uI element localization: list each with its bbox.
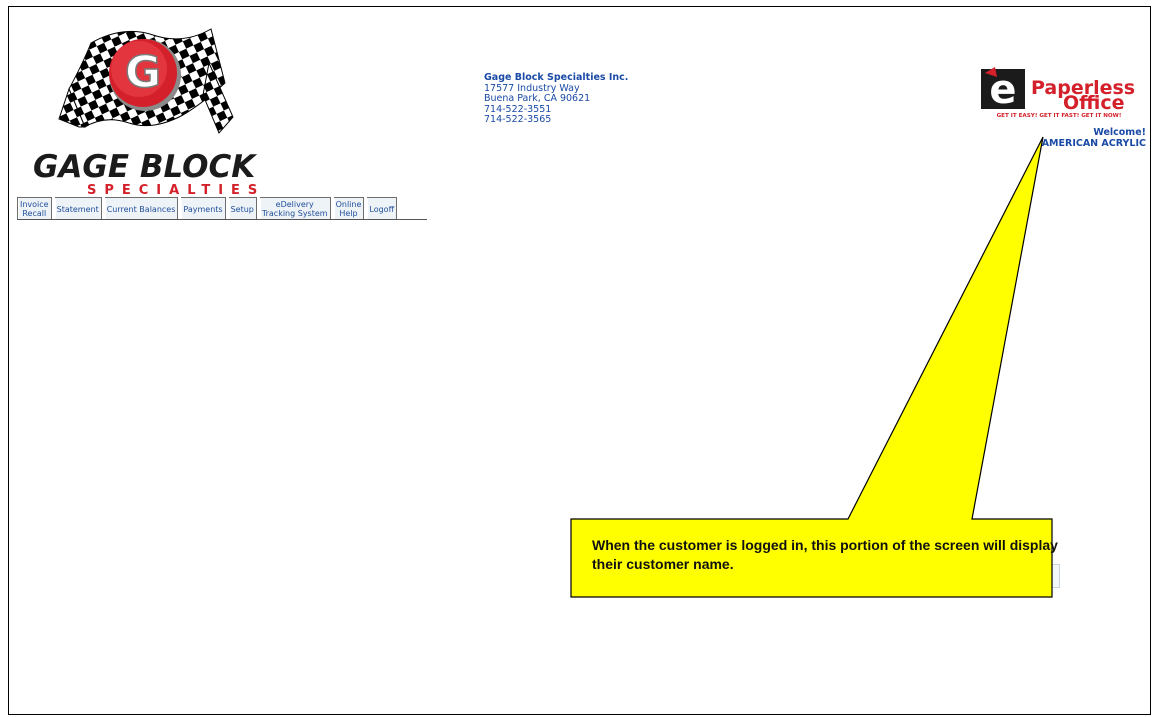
nav-statement-button[interactable]: Statement xyxy=(54,197,102,219)
welcome-panel: Welcome! AMERICAN ACRYLIC xyxy=(1042,127,1146,149)
company-info: Gage Block Specialties Inc. 17577 Indust… xyxy=(484,72,629,126)
customer-name: AMERICAN ACRYLIC xyxy=(1041,138,1146,149)
paperless-office-logo: e Paperless Office GET IT EASY! GET IT F… xyxy=(971,65,1147,123)
logo-title: GAGE BLOCK xyxy=(33,149,256,185)
main-nav: Invoice Recall Statement Current Balance… xyxy=(17,197,400,219)
checkered-flag-icon: G xyxy=(58,28,234,134)
company-name: Gage Block Specialties Inc. xyxy=(484,72,629,83)
company-logo: G GAGE BLOCK SPECIALTIES xyxy=(33,23,257,198)
nav-setup-button[interactable]: Setup xyxy=(228,197,257,219)
nav-current-balances-button[interactable]: Current Balances xyxy=(104,197,179,219)
callout-bubble xyxy=(570,136,1053,598)
nav-logoff-button[interactable]: Logoff xyxy=(367,197,398,219)
nav-underline xyxy=(17,219,427,220)
badge-tagline: GET IT EASY! GET IT FAST! GET IT NOW! xyxy=(996,113,1122,119)
nav-payments-button[interactable]: Payments xyxy=(181,197,226,219)
nav-online-help-button[interactable]: Online Help xyxy=(333,197,365,219)
page-frame: G GAGE BLOCK SPECIALTIES Invoice Recall … xyxy=(8,6,1151,715)
logo-subtitle: SPECIALTIES xyxy=(87,183,266,198)
logo-letter: G xyxy=(125,47,161,98)
nav-edelivery-tracking-button[interactable]: eDelivery Tracking System xyxy=(259,197,331,219)
nav-invoice-recall-button[interactable]: Invoice Recall xyxy=(17,197,52,219)
badge-word-office: Office xyxy=(1063,92,1125,114)
welcome-greeting: Welcome! xyxy=(1093,127,1146,138)
company-address-line2: Buena Park, CA 90621 xyxy=(484,93,591,104)
company-phone2: 714-522-3565 xyxy=(484,114,552,125)
callout-text: When the customer is logged in, this por… xyxy=(592,537,1058,572)
